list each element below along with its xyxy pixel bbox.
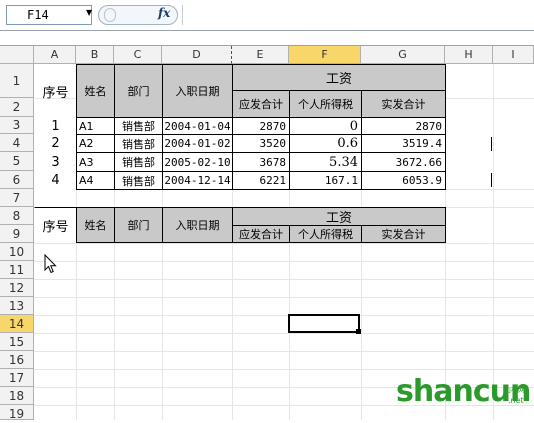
table2-header-net[interactable]: 实发合计 — [361, 225, 446, 243]
cell-dept[interactable]: 销售部 — [114, 171, 163, 190]
cell-gross[interactable]: 2870 — [232, 117, 290, 135]
table1-header-salary[interactable]: 工资 — [232, 64, 446, 91]
column-header-i[interactable]: I — [493, 46, 534, 64]
column-header-f[interactable]: F — [289, 46, 361, 64]
formula-bar: F14 ▼ fx — [0, 0, 534, 31]
cell-net[interactable]: 6053.9 — [361, 171, 446, 190]
column-header-a[interactable]: A — [34, 46, 76, 64]
table2-header-dept[interactable]: 部门 — [114, 207, 163, 243]
cell-gross[interactable]: 3520 — [232, 134, 290, 153]
row-header-14[interactable]: 14 — [0, 315, 34, 333]
row-header-9[interactable]: 9 — [0, 225, 34, 243]
watermark-suffix-top: 山村网 — [504, 386, 525, 394]
column-header-d[interactable]: D — [162, 46, 232, 64]
row-header-13[interactable]: 13 — [0, 297, 34, 315]
cell-name[interactable]: A2 — [76, 134, 115, 153]
cell-net[interactable]: 3672.66 — [361, 152, 446, 172]
column-header-h[interactable]: H — [445, 46, 493, 64]
cell-name[interactable]: A4 — [76, 171, 115, 190]
cell-net[interactable]: 2870 — [361, 117, 446, 135]
text-caret — [491, 173, 492, 187]
formula-input[interactable] — [182, 5, 534, 25]
row-header-10[interactable]: 10 — [0, 243, 34, 261]
row-header-7[interactable]: 7 — [0, 189, 34, 207]
cell-tax[interactable]: 0 — [289, 117, 362, 135]
row-header-4[interactable]: 4 — [0, 134, 34, 152]
table2-header-seq[interactable]: 序号 — [34, 207, 77, 243]
row-header-15[interactable]: 15 — [0, 333, 34, 351]
table1-header-dept[interactable]: 部门 — [114, 64, 163, 118]
name-box[interactable]: F14 — [6, 5, 92, 25]
cell-gross[interactable]: 6221 — [232, 171, 290, 190]
cell-hire-date[interactable]: 2004-01-02 — [162, 134, 233, 153]
toolbar-strip — [0, 31, 534, 46]
row-header-6[interactable]: 6 — [0, 171, 34, 189]
table1-header-seq[interactable]: 序号 — [34, 64, 77, 118]
row-header-18[interactable]: 18 — [0, 387, 34, 405]
row-header-19[interactable]: 19 — [0, 405, 34, 421]
row-header-5[interactable]: 5 — [0, 152, 34, 171]
cell-tax[interactable]: 0.6 — [289, 134, 362, 153]
row-header-12[interactable]: 12 — [0, 279, 34, 297]
cell-name[interactable]: A1 — [76, 117, 115, 135]
column-header-c[interactable]: C — [114, 46, 162, 64]
cell-hire-date[interactable]: 2004-12-14 — [162, 171, 233, 190]
fill-handle[interactable] — [356, 329, 361, 334]
insert-function-icon[interactable]: fx — [158, 6, 170, 20]
cell-hire-date[interactable]: 2005-02-10 — [162, 152, 233, 172]
table2-header-tax[interactable]: 个人所得税 — [289, 225, 362, 243]
cell-dept[interactable]: 销售部 — [114, 134, 163, 153]
row-header-8[interactable]: 8 — [0, 207, 34, 225]
cell-gross[interactable]: 3678 — [232, 152, 290, 172]
row-header-3[interactable]: 3 — [0, 117, 34, 134]
table1-header-name[interactable]: 姓名 — [76, 64, 115, 118]
column-header-e[interactable]: E — [232, 46, 289, 64]
mouse-pointer-icon — [44, 254, 57, 274]
cell-seq[interactable]: 2 — [34, 134, 77, 153]
row-header-16[interactable]: 16 — [0, 351, 34, 369]
row-header-label: 1 — [12, 74, 21, 88]
cell-name[interactable]: A3 — [76, 152, 115, 172]
row-header-1[interactable]: 1 — [0, 64, 34, 98]
row-header-17[interactable]: 17 — [0, 369, 34, 387]
column-header-b[interactable]: B — [76, 46, 114, 64]
active-cell-selection[interactable] — [288, 314, 360, 333]
table2-header-name[interactable]: 姓名 — [76, 207, 115, 243]
cell-net[interactable]: 3519.4 — [361, 134, 446, 153]
watermark-suffix-bottom: .net — [508, 396, 524, 405]
cell-dept[interactable]: 销售部 — [114, 152, 163, 172]
expand-icon[interactable] — [104, 8, 116, 22]
row-header-2[interactable]: 2 — [0, 98, 34, 117]
row-header-11[interactable]: 11 — [0, 261, 34, 279]
cell-seq[interactable]: 4 — [34, 171, 77, 190]
cell-hire-date[interactable]: 2004-01-04 — [162, 117, 233, 135]
table1-header-gross[interactable]: 应发合计 — [232, 90, 290, 118]
table1-header-tax[interactable]: 个人所得税 — [289, 90, 362, 118]
cell-tax[interactable]: 5.34 — [289, 152, 362, 172]
cell-tax[interactable]: 167.1 — [289, 171, 362, 190]
chevron-down-icon[interactable]: ▼ — [86, 8, 92, 17]
cell-seq[interactable]: 3 — [34, 152, 77, 172]
select-all-corner[interactable] — [0, 46, 34, 64]
table2-header-hire-date[interactable]: 入职日期 — [162, 207, 233, 243]
text-caret — [491, 137, 492, 151]
table1-header-hire-date[interactable]: 入职日期 — [162, 64, 233, 118]
cell-dept[interactable]: 销售部 — [114, 117, 163, 135]
column-header-g[interactable]: G — [361, 46, 445, 64]
cell-seq[interactable]: 1 — [34, 117, 77, 135]
table1-header-net[interactable]: 实发合计 — [361, 90, 446, 118]
table2-header-gross[interactable]: 应发合计 — [232, 225, 290, 243]
table2-header-salary[interactable]: 工资 — [232, 207, 446, 226]
